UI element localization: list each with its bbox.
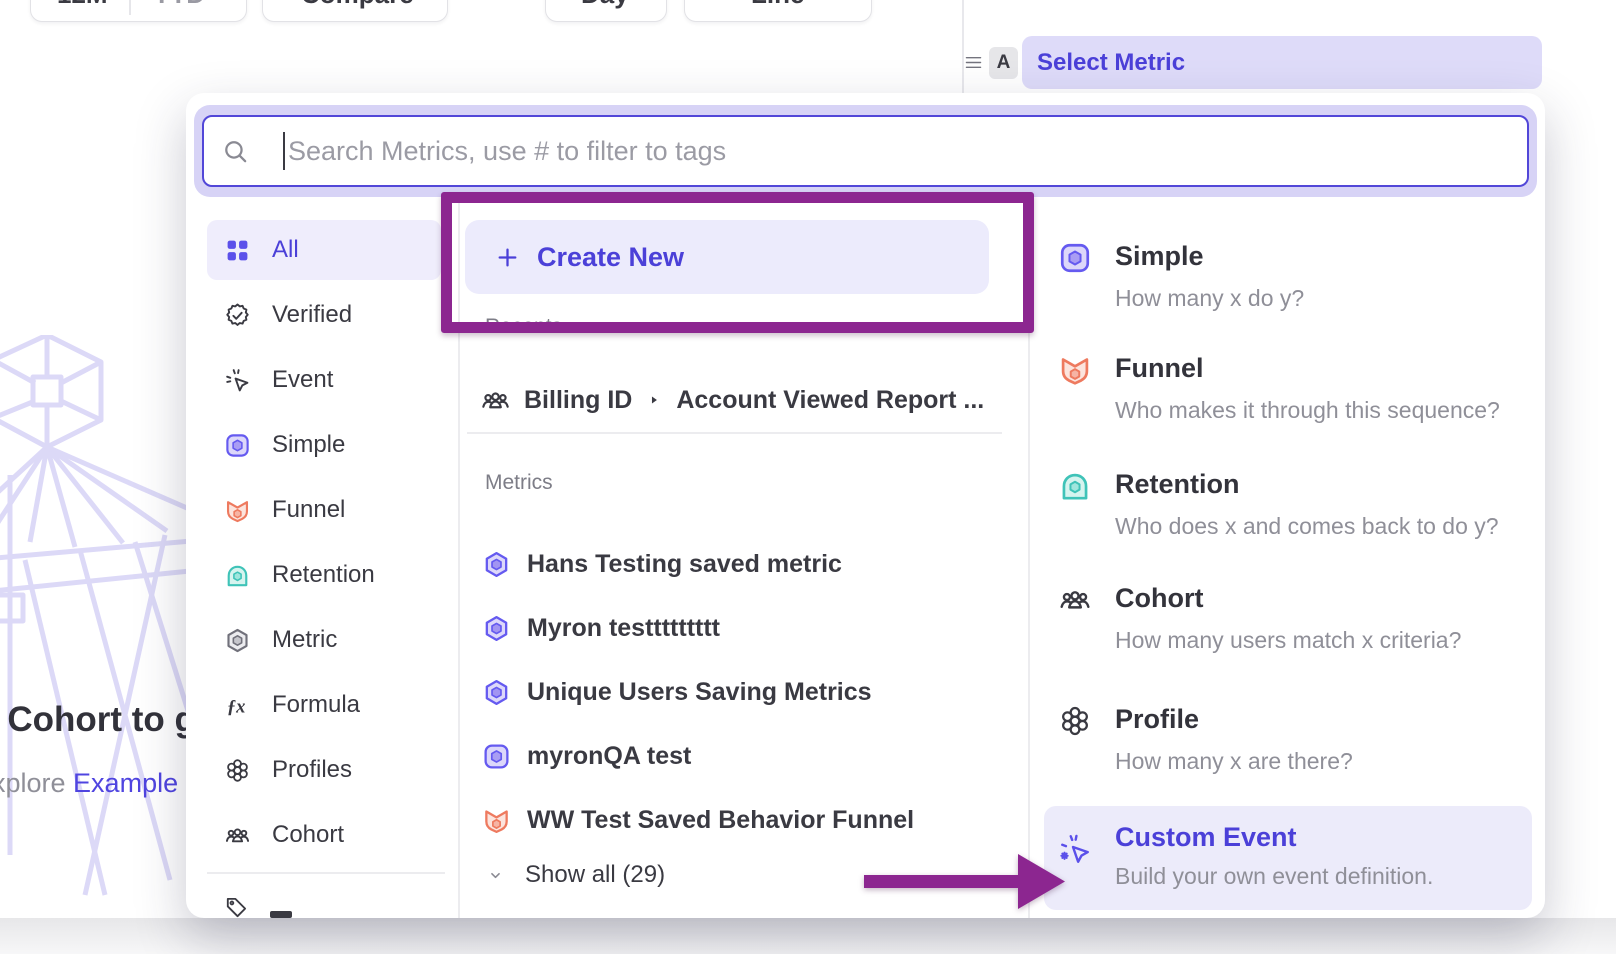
formula-icon: ƒx bbox=[224, 692, 251, 719]
custom-event-title: Custom Event bbox=[1115, 822, 1297, 853]
custom-event-description: Build your own event definition. bbox=[1115, 863, 1433, 890]
profiles-icon bbox=[1058, 704, 1092, 738]
sidebar-divider bbox=[207, 872, 445, 874]
metric-type-profile[interactable]: Profile How many x are there? bbox=[1058, 704, 1353, 775]
sidebar-item-retention[interactable]: Retention bbox=[207, 545, 441, 605]
recent-item-secondary: Account Viewed Report ... bbox=[676, 386, 984, 415]
funnel-icon bbox=[482, 806, 511, 835]
search-icon bbox=[222, 138, 249, 165]
annotation-highlight-box bbox=[441, 192, 1034, 333]
simple-icon bbox=[224, 432, 251, 459]
sidebar-item-funnel[interactable]: Funnel bbox=[207, 480, 441, 540]
saved-metric-item[interactable]: myronQA test bbox=[482, 734, 691, 778]
select-metric-button[interactable]: Select Metric bbox=[1022, 36, 1542, 89]
sidebar-item-cohort[interactable]: Cohort bbox=[207, 805, 441, 865]
metrics-section-label: Metrics bbox=[485, 471, 553, 495]
sidebar-item-event[interactable]: Event bbox=[207, 350, 441, 410]
search-field[interactable] bbox=[202, 115, 1529, 187]
retention-icon bbox=[1058, 469, 1092, 503]
drag-handle-icon[interactable] bbox=[963, 52, 984, 73]
saved-metric-item[interactable]: Hans Testing saved metric bbox=[482, 542, 842, 586]
text-caret bbox=[283, 132, 285, 170]
sidebar-item-all[interactable]: All bbox=[207, 220, 441, 280]
saved-metric-item[interactable]: Unique Users Saving Metrics bbox=[482, 670, 872, 714]
saved-metric-item[interactable]: Myron testtttttttt bbox=[482, 606, 720, 650]
recent-item-primary: Billing ID bbox=[524, 386, 632, 415]
metric-type-cohort[interactable]: Cohort How many users match x criteria? bbox=[1058, 583, 1461, 654]
range-12m-button[interactable]: 12M bbox=[57, 0, 108, 10]
recent-item-billing-id[interactable]: Billing ID Account Viewed Report ... bbox=[480, 378, 984, 422]
segment-divider bbox=[129, 0, 131, 15]
recents-metrics-divider bbox=[467, 432, 1002, 434]
chevron-down-icon bbox=[211, 0, 229, 5]
line-chart-icon bbox=[707, 0, 733, 3]
verified-icon bbox=[224, 302, 251, 329]
annotation-arrow-icon bbox=[858, 848, 1070, 916]
metric-type-funnel[interactable]: Funnel Who makes it through this sequenc… bbox=[1058, 353, 1500, 424]
interval-button[interactable]: Day bbox=[545, 0, 667, 22]
empty-state-subtext: xplore Example R bbox=[0, 768, 205, 799]
caret-right-icon bbox=[647, 393, 661, 407]
sidebar-item-metric[interactable]: Metric bbox=[207, 610, 441, 670]
empty-state-headline: r Cohort to ge bbox=[0, 700, 215, 740]
compare-button[interactable]: Compare bbox=[262, 0, 448, 22]
select-metric-label: Select Metric bbox=[1037, 49, 1185, 77]
metric-purple-icon bbox=[482, 678, 511, 707]
grid-icon bbox=[224, 237, 251, 264]
event-icon bbox=[224, 367, 251, 394]
cohort-icon bbox=[1058, 583, 1092, 617]
sidebar-item-formula[interactable]: ƒx Formula bbox=[207, 675, 441, 735]
sidebar-item-profiles[interactable]: Profiles bbox=[207, 740, 441, 800]
sidebar-item-simple[interactable]: Simple bbox=[207, 415, 441, 475]
range-ytd-button[interactable]: YTD bbox=[153, 0, 205, 10]
metric-purple-icon bbox=[482, 550, 511, 579]
saved-metric-item[interactable]: WW Test Saved Behavior Funnel bbox=[482, 798, 914, 842]
svg-text:ƒx: ƒx bbox=[227, 696, 246, 717]
metric-type-retention[interactable]: Retention Who does x and comes back to d… bbox=[1058, 469, 1499, 540]
metric-icon bbox=[224, 627, 251, 654]
query-row-badge: A bbox=[989, 47, 1018, 79]
sidebar-item-verified[interactable]: Verified bbox=[207, 285, 441, 345]
metric-picker-screen: { "toolbar": { "range_12m": "12M", "rang… bbox=[0, 0, 1616, 954]
show-all-button[interactable]: Show all (29) bbox=[486, 861, 665, 889]
cohort-icon bbox=[224, 822, 251, 849]
background-wireframe-art bbox=[0, 335, 205, 935]
custom-event-option[interactable]: Custom Event Build your own event defini… bbox=[1044, 806, 1532, 910]
metric-type-simple[interactable]: Simple How many x do y? bbox=[1058, 241, 1304, 312]
clipped-label-fragment bbox=[270, 911, 292, 918]
background-footer-band bbox=[0, 918, 1616, 954]
search-input[interactable] bbox=[288, 121, 1527, 181]
metric-purple-icon bbox=[482, 614, 511, 643]
cohort-icon bbox=[480, 385, 511, 416]
simple-icon bbox=[482, 742, 511, 771]
funnel-icon bbox=[224, 497, 251, 524]
chart-type-button[interactable]: Line bbox=[684, 0, 872, 22]
simple-icon bbox=[1058, 241, 1092, 275]
date-range-segmented-control[interactable]: 12M YTD bbox=[30, 0, 247, 22]
chevron-down-icon bbox=[486, 866, 505, 885]
tag-icon bbox=[224, 894, 250, 918]
profiles-icon bbox=[224, 757, 251, 784]
funnel-icon bbox=[1058, 353, 1092, 387]
sidebar-item-partial[interactable] bbox=[224, 894, 292, 918]
retention-icon bbox=[224, 562, 251, 589]
